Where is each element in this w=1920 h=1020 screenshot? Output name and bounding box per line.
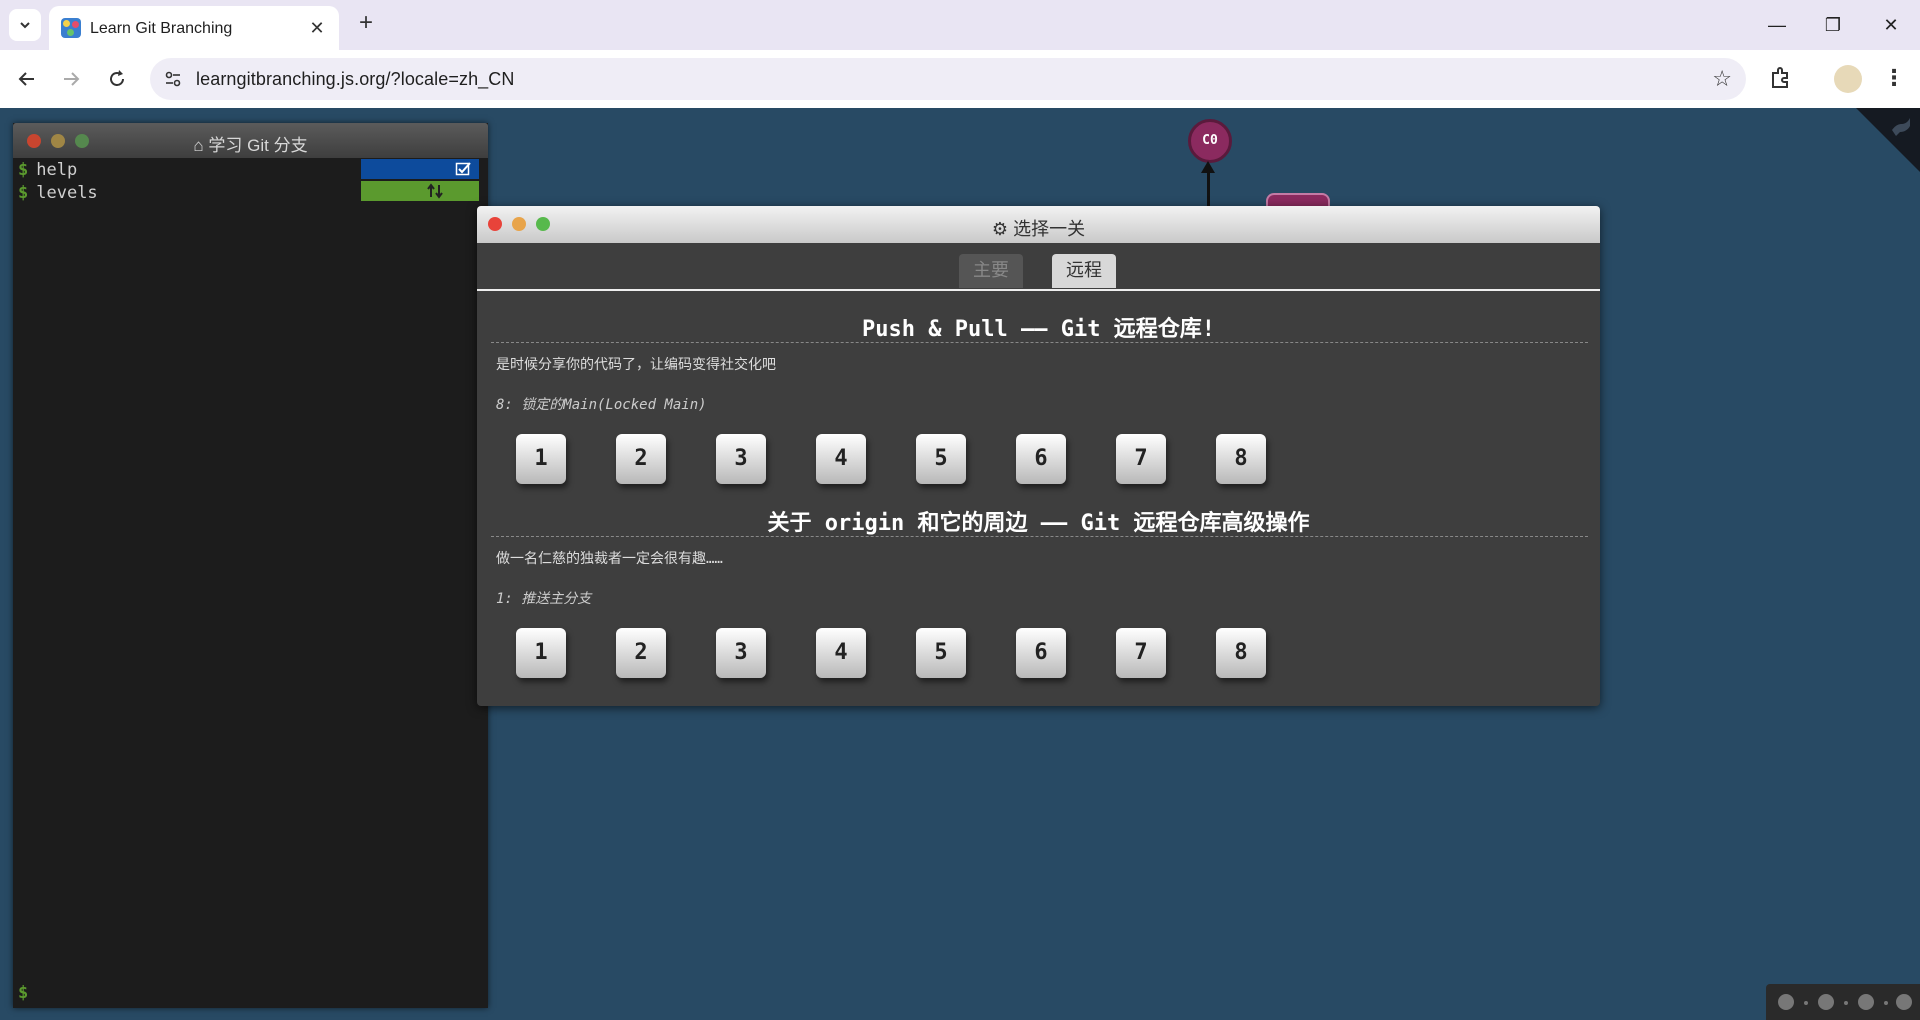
refresh-arrows-icon: [427, 183, 443, 199]
terminal-title-text: 学习 Git 分支: [208, 136, 308, 155]
sequence-about: 做一名仁慈的独裁者一定会很有趣……: [496, 551, 723, 567]
help-status-badge: [361, 159, 479, 179]
terminal-history-line: $ levels: [18, 183, 98, 203]
level-button[interactable]: 2: [616, 434, 666, 484]
level-button[interactable]: 4: [816, 434, 866, 484]
minimize-window-icon[interactable]: —: [1762, 10, 1792, 40]
site-info-icon[interactable]: [160, 66, 186, 92]
level-button[interactable]: 7: [1116, 434, 1166, 484]
terminal-input[interactable]: $: [18, 983, 36, 1003]
terminal-window: ⌂ 学习 Git 分支 $ help $ levels $: [13, 123, 488, 1008]
level-button[interactable]: 7: [1116, 628, 1166, 678]
profile-avatar[interactable]: [1834, 65, 1862, 93]
back-button[interactable]: [11, 63, 43, 95]
learn-git-favicon-icon: [61, 18, 81, 38]
prompt-symbol: $: [18, 160, 29, 180]
close-window-icon[interactable]: ✕: [1876, 10, 1906, 40]
sequence-divider: [491, 342, 1588, 343]
browser-tabbar: Learn Git Branching ✕ + — ❐ ✕: [0, 0, 1920, 50]
input-prompt-symbol: $: [18, 983, 29, 1003]
reload-button[interactable]: [101, 63, 133, 95]
level-name-preview: 1: 推送主分支: [496, 591, 592, 607]
browser-toolbar: learngitbranching.js.org/?locale=zh_CN ☆…: [0, 50, 1920, 108]
separator-dot: [1844, 1001, 1848, 1005]
bookmark-star-icon[interactable]: ☆: [1712, 66, 1732, 92]
level-button[interactable]: 5: [916, 434, 966, 484]
globe-icon[interactable]: [1818, 994, 1834, 1010]
terminal-title: ⌂ 学习 Git 分支: [13, 131, 488, 156]
browser-tab[interactable]: Learn Git Branching ✕: [49, 6, 339, 50]
checkbox-icon: [455, 162, 471, 176]
level-button[interactable]: 6: [1016, 628, 1066, 678]
terminal-titlebar: ⌂ 学习 Git 分支: [13, 123, 488, 158]
sequence-title: 关于 origin 和它的周边 —— Git 远程仓库高级操作: [767, 511, 1310, 536]
level-button[interactable]: 3: [716, 628, 766, 678]
home-icon: ⌂: [193, 136, 204, 155]
terminal-command: levels: [36, 183, 98, 203]
twitter-icon[interactable]: [1896, 994, 1912, 1010]
level-button[interactable]: 8: [1216, 434, 1266, 484]
reload-icon: [110, 70, 124, 86]
help-icon[interactable]: [1778, 994, 1794, 1010]
level-tabs: 主要 远程: [477, 243, 1600, 291]
close-tab-icon[interactable]: ✕: [307, 18, 327, 38]
level-button[interactable]: 6: [1016, 434, 1066, 484]
arrow-right-icon: [64, 72, 80, 86]
tab-title: Learn Git Branching: [90, 20, 233, 37]
sequence-about: 是时候分享你的代码了，让编码变得社交化吧: [496, 357, 776, 373]
level-button[interactable]: 8: [1216, 628, 1266, 678]
url-text: learngitbranching.js.org/?locale=zh_CN: [196, 69, 515, 89]
level-button[interactable]: 2: [616, 628, 666, 678]
helper-bar: [1766, 984, 1920, 1020]
dialog-title-text: 选择一关: [1013, 219, 1086, 239]
new-tab-button[interactable]: +: [352, 10, 380, 38]
prompt-symbol: $: [18, 183, 29, 203]
address-bar[interactable]: learngitbranching.js.org/?locale=zh_CN ☆: [150, 58, 1746, 100]
github-octocat-icon[interactable]: [1888, 114, 1914, 140]
level-button[interactable]: 4: [816, 628, 866, 678]
forward-button[interactable]: [55, 63, 87, 95]
level-button[interactable]: 5: [916, 628, 966, 678]
level-button[interactable]: 1: [516, 434, 566, 484]
page-canvas: C0 ⌂ 学习 Git 分支 $ help $ levels $ ⚙ 选择一关 …: [0, 108, 1920, 1020]
separator-dot: [1884, 1001, 1888, 1005]
restore-window-icon[interactable]: ❐: [1818, 10, 1848, 40]
extensions-icon[interactable]: [1764, 62, 1796, 94]
tab-remote[interactable]: 远程: [1052, 254, 1116, 288]
sequence-divider: [491, 536, 1588, 537]
terminal-command: help: [36, 160, 78, 180]
tab-main[interactable]: 主要: [959, 254, 1023, 288]
terminal-history-line: $ help: [18, 160, 77, 180]
sequence-title: Push & Pull —— Git 远程仓库!: [862, 317, 1215, 342]
more-menu-icon[interactable]: ⋮: [1878, 62, 1910, 94]
gear-icon: ⚙: [991, 219, 1009, 239]
tab-search-button[interactable]: [9, 9, 41, 41]
commit-node[interactable]: C0: [1188, 119, 1232, 163]
language-icon[interactable]: [1858, 994, 1874, 1010]
chevron-down-icon: [20, 22, 30, 29]
levels-status-badge: [361, 181, 479, 201]
level-button[interactable]: 3: [716, 434, 766, 484]
level-select-dialog: ⚙ 选择一关 主要 远程 Push & Pull —— Git 远程仓库! 是时…: [477, 206, 1600, 706]
arrow-left-icon: [18, 72, 34, 86]
level-name-preview: 8: 锁定的Main(Locked Main): [496, 397, 707, 413]
level-button[interactable]: 1: [516, 628, 566, 678]
dialog-titlebar: ⚙ 选择一关: [477, 206, 1600, 243]
dialog-title: ⚙ 选择一关: [477, 215, 1600, 241]
separator-dot: [1804, 1001, 1808, 1005]
